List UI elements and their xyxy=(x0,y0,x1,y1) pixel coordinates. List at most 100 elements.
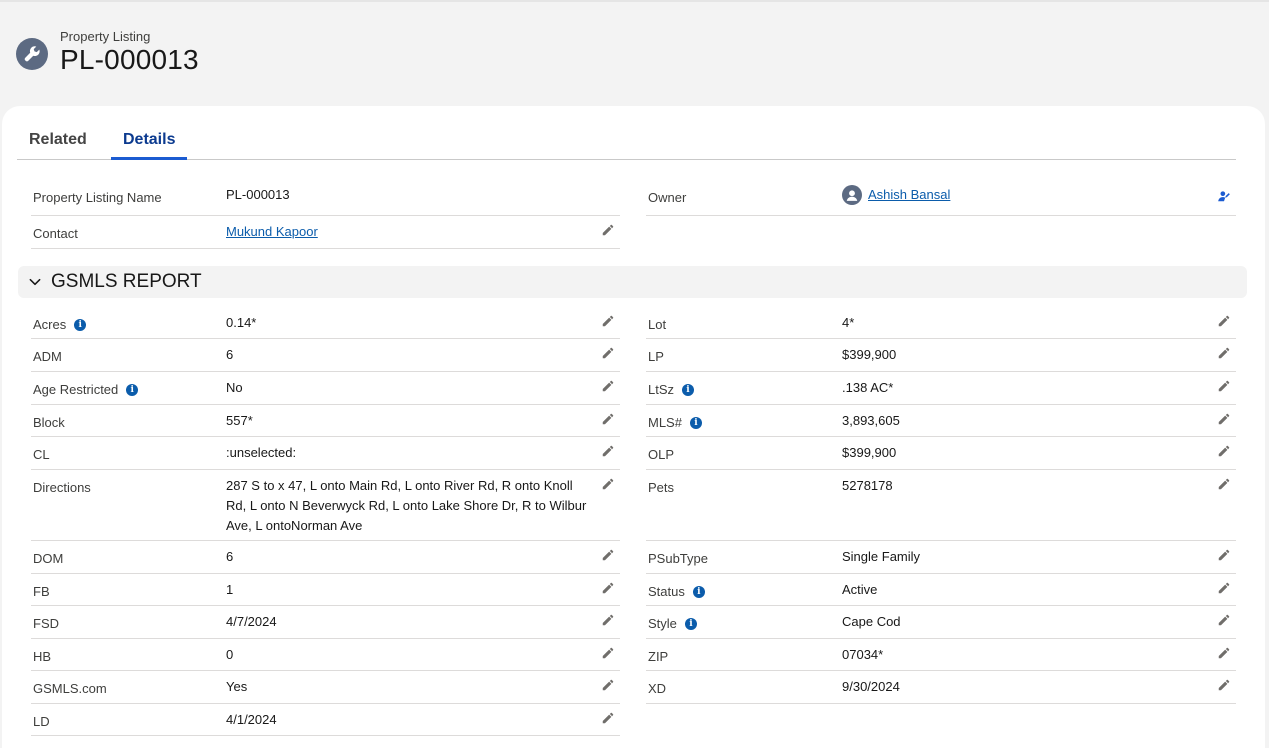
tab-bar: Related Details xyxy=(17,128,1236,160)
pencil-icon[interactable] xyxy=(1216,411,1232,427)
field-value: 0 xyxy=(226,647,234,662)
pencil-icon[interactable] xyxy=(600,443,616,459)
field-value: :unselected: xyxy=(226,445,297,460)
section-title: GSMLS REPORT xyxy=(51,271,202,292)
field-row-property-listing-name: Property Listing Name PL-000013 xyxy=(31,180,620,216)
field-value: 9/30/2024 xyxy=(842,679,900,694)
pencil-icon[interactable] xyxy=(1216,547,1232,563)
pencil-icon[interactable] xyxy=(600,547,616,563)
tab-details[interactable]: Details xyxy=(111,130,188,160)
field-label-text: Lot xyxy=(648,317,667,332)
pencil-icon[interactable] xyxy=(600,313,616,329)
field-label-text: Pets xyxy=(648,480,675,495)
field-value: 0.14* xyxy=(226,315,257,330)
pencil-icon[interactable] xyxy=(1216,580,1232,596)
field-value: Cape Cod xyxy=(842,614,901,629)
pencil-icon[interactable] xyxy=(1216,345,1232,361)
pencil-icon[interactable] xyxy=(1216,612,1232,628)
pencil-icon[interactable] xyxy=(600,677,616,693)
field-row-psubtype: PSubType Single Family xyxy=(646,541,1236,574)
top-border xyxy=(0,0,1269,2)
field-label-text: LP xyxy=(648,349,664,364)
pencil-icon[interactable] xyxy=(1216,645,1232,661)
field-label: LtSz i xyxy=(648,382,695,397)
field-label: Acres i xyxy=(33,317,87,332)
field-label-text: LD xyxy=(33,714,50,729)
field-label: XD xyxy=(648,681,666,696)
page-header: Property Listing PL-000013 xyxy=(16,28,616,78)
field-row-hb: HB 0 xyxy=(31,639,620,671)
field-label-text: Acres xyxy=(33,317,67,332)
pencil-icon[interactable] xyxy=(600,345,616,361)
field-value: 5278178 xyxy=(842,478,893,493)
field-label: Block xyxy=(33,415,65,430)
field-value: 6 xyxy=(226,549,234,564)
field-value: No xyxy=(226,380,243,395)
pencil-icon[interactable] xyxy=(600,411,616,427)
field-label: DOM xyxy=(33,551,63,566)
chevron-down-icon xyxy=(29,278,41,286)
field-label-text: Directions xyxy=(33,480,91,495)
info-icon[interactable]: i xyxy=(74,318,87,331)
field-row-dom: DOM 6 xyxy=(31,541,620,574)
field-label-text: OLP xyxy=(648,447,675,462)
field-value: Yes xyxy=(226,679,248,694)
field-row-style: Style i Cape Cod xyxy=(646,606,1236,639)
field-label-text: ADM xyxy=(33,349,62,364)
info-icon[interactable]: i xyxy=(684,617,697,630)
field-label: LP xyxy=(648,349,664,364)
field-value: 4/7/2024 xyxy=(226,614,277,629)
pencil-icon[interactable] xyxy=(600,645,616,661)
pencil-icon[interactable] xyxy=(600,580,616,596)
field-label: HB xyxy=(33,649,51,664)
field-label: Status i xyxy=(648,584,705,599)
field-row-lp: LP $399,900 xyxy=(646,339,1236,372)
contact-link[interactable]: Mukund Kapoor xyxy=(226,222,318,242)
field-row-fsd: FSD 4/7/2024 xyxy=(31,606,620,639)
field-label-text: GSMLS.com xyxy=(33,681,107,696)
field-row-xd: XD 9/30/2024 xyxy=(646,671,1236,704)
change-owner-icon[interactable] xyxy=(1216,188,1232,204)
owner-value: Ashish Bansal xyxy=(842,185,950,205)
pencil-icon[interactable] xyxy=(1216,443,1232,459)
pencil-icon[interactable] xyxy=(600,612,616,628)
field-row-contact: Contact Mukund Kapoor xyxy=(31,216,620,249)
field-row-ld: LD 4/1/2024 xyxy=(31,704,620,736)
field-label-text: ZIP xyxy=(648,649,669,664)
field-label: Style i xyxy=(648,616,697,631)
pencil-icon[interactable] xyxy=(1216,378,1232,394)
pencil-icon[interactable] xyxy=(1216,313,1232,329)
field-label: GSMLS.com xyxy=(33,681,107,696)
pencil-icon[interactable] xyxy=(600,710,616,726)
field-value: 557* xyxy=(226,413,253,428)
info-icon[interactable]: i xyxy=(126,383,139,396)
field-row-adm: ADM 6 xyxy=(31,339,620,372)
info-icon[interactable]: i xyxy=(682,383,695,396)
pencil-icon[interactable] xyxy=(600,222,616,238)
field-row-block: Block 557* xyxy=(31,405,620,437)
page-title: PL-000013 xyxy=(60,44,199,75)
field-label: Directions xyxy=(33,480,91,495)
field-value: $399,900 xyxy=(842,347,897,362)
field-value: 07034* xyxy=(842,647,884,662)
wrench-icon xyxy=(16,38,48,70)
owner-link[interactable]: Ashish Bansal xyxy=(868,185,950,205)
field-row-status: Status i Active xyxy=(646,574,1236,606)
field-label: PSubType xyxy=(648,551,708,566)
user-avatar-icon xyxy=(842,185,862,205)
pencil-icon[interactable] xyxy=(1216,677,1232,693)
pencil-icon[interactable] xyxy=(600,378,616,394)
pencil-icon[interactable] xyxy=(600,476,616,492)
info-icon[interactable]: i xyxy=(692,585,705,598)
section-gsmls-report[interactable]: GSMLS REPORT xyxy=(18,266,1247,298)
field-label-text: Age Restricted xyxy=(33,382,119,397)
info-icon[interactable]: i xyxy=(689,416,702,429)
object-label: Property Listing xyxy=(60,29,151,44)
pencil-icon[interactable] xyxy=(1216,476,1232,492)
tab-related[interactable]: Related xyxy=(17,130,99,160)
field-row-lot: Lot 4* xyxy=(646,307,1236,339)
field-label-text: FB xyxy=(33,584,50,599)
field-label: CL xyxy=(33,447,50,462)
field-value: $399,900 xyxy=(842,445,897,460)
field-row-age-restricted: Age Restricted i No xyxy=(31,372,620,405)
